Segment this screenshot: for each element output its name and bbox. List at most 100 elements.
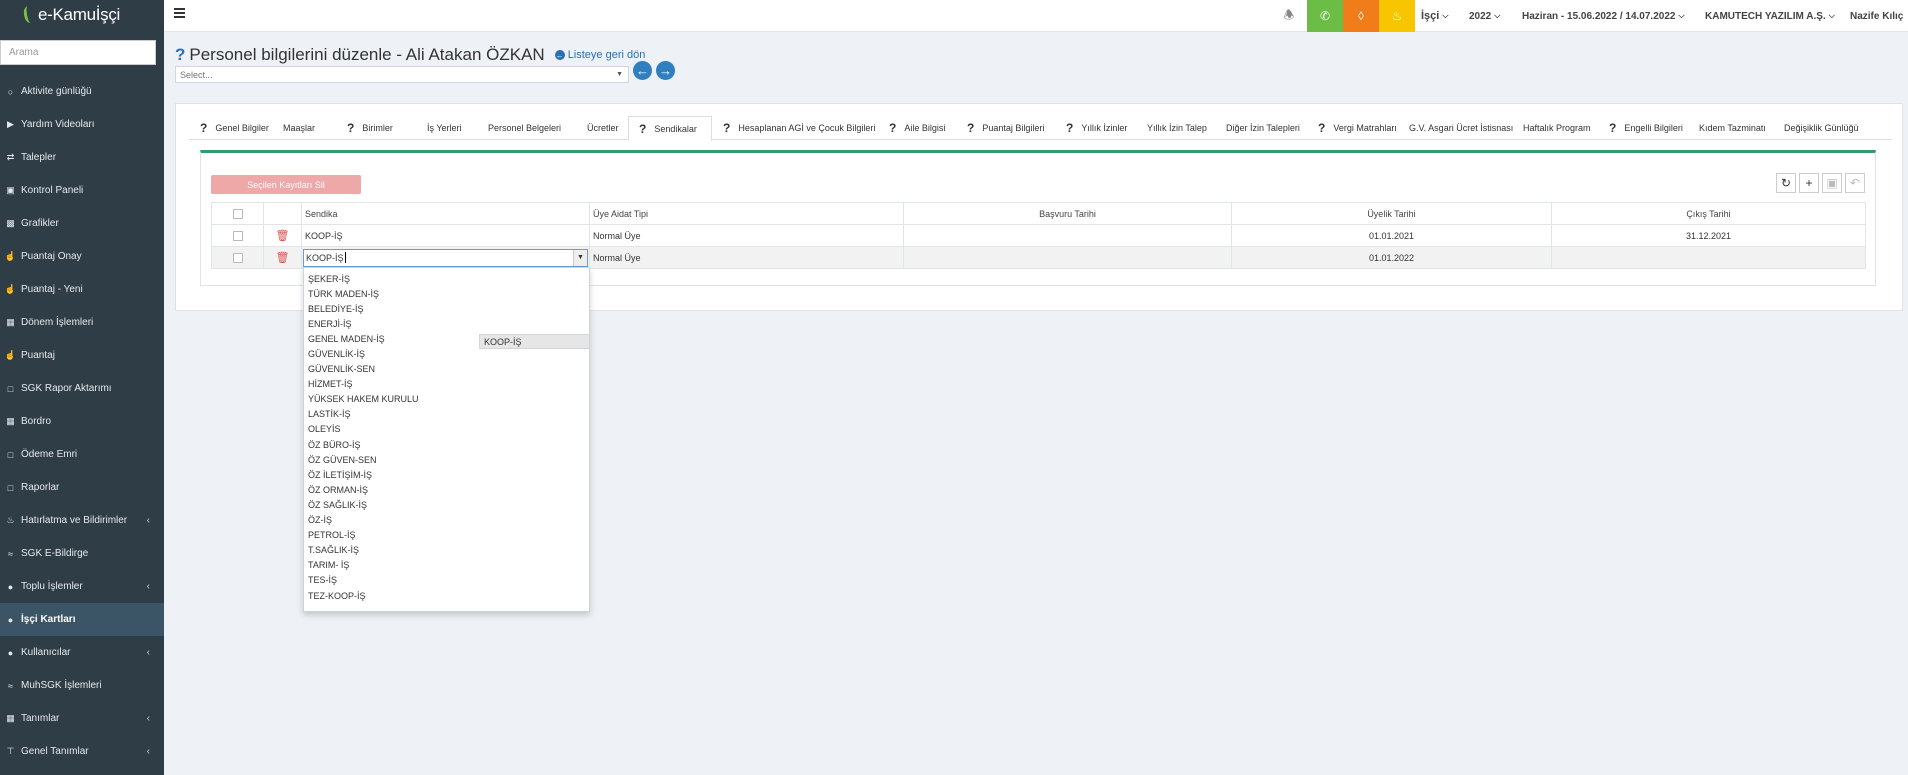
tab-12[interactable]: Diğer İzin Talepleri [1215,115,1307,140]
dropdown-option[interactable]: TARIM- İŞ [304,558,589,573]
year-dropdown[interactable]: 2022 ⌵ [1469,0,1500,32]
company-dropdown[interactable]: KAMUTECH YAZILIM A.Ş. ⌵ [1705,0,1835,32]
sidebar-item-20[interactable]: ⊤ Genel Tanımlar ‹ [0,735,164,768]
sidebar-item-15[interactable]: ● Toplu İşlemler ‹ [0,570,164,603]
sidebar-item-16[interactable]: ● İşçi Kartları [0,603,164,636]
dropdown-option[interactable]: ÖZ SAĞLIK-İŞ [304,497,589,512]
tab-0[interactable]: ? Genel Bilgiler [189,115,272,140]
column-header-aidat[interactable]: Üye Aidat Tipi [589,202,904,225]
table-row[interactable]: 🗑 KOOP-İŞ ▼ Normal Üye 01.01.2022 [211,246,1866,269]
sidebar-item-2[interactable]: ⇄ Talepler [0,141,164,174]
app-logo[interactable]: e-Kamuİşçi [0,0,164,30]
cell-uyelik[interactable]: 01.01.2022 [1231,246,1552,269]
sendika-combobox-input[interactable]: KOOP-İŞ ▼ [303,248,588,267]
help-icon[interactable]: ? [1066,121,1073,135]
user-type-dropdown[interactable]: İşçi ⌵ [1421,0,1448,32]
trash-icon[interactable]: 🗑 [276,230,290,242]
tab-17[interactable]: Kıdem Tazminatı [1688,115,1773,140]
help-icon[interactable]: ? [1318,121,1325,135]
column-header-cikis[interactable]: Çıkış Tarihi [1551,202,1866,225]
tab-14[interactable]: G.V. Asgari Ücret İstisnası [1398,115,1513,140]
sidebar-item-0[interactable]: ○ Aktivite günlüğü [0,75,164,108]
table-row[interactable]: 🗑 KOOP-İŞ Normal Üye 01.01.2021 31.12.20… [211,224,1866,247]
help-icon[interactable]: ? [889,121,896,135]
row-checkbox-cell[interactable] [211,246,264,269]
tab-1[interactable]: Maaşlar [272,115,336,140]
save-icon[interactable]: ▣ [1822,173,1842,193]
dropdown-option[interactable]: ÖZ ORMAN-İŞ [304,482,589,497]
sidebar-item-12[interactable]: □ Raporlar [0,471,164,504]
tab-10[interactable]: ? Yıllık İzinler [1055,115,1136,140]
next-employee-arrow-icon[interactable]: → [656,61,675,80]
back-to-list-link[interactable]: ← Listeye geri dön [554,49,645,61]
combobox-dropdown-arrow-icon[interactable]: ▼ [573,249,587,266]
dropdown-option[interactable]: HİZMET-İŞ [304,377,589,392]
dropdown-option[interactable]: ŞEKER-İŞ [304,271,589,286]
sidebar-item-7[interactable]: ▦ Dönem İşlemleri [0,306,164,339]
sidebar-item-13[interactable]: ♨ Hatırlatma ve Bildirimler ‹ [0,504,164,537]
dropdown-option[interactable]: ÖZ-İŞ [304,513,589,528]
period-dropdown[interactable]: Haziran - 15.06.2022 / 14.07.2022 ⌵ [1522,0,1685,32]
sidebar-item-3[interactable]: ▣ Kontrol Paneli [0,174,164,207]
alert-bell-icon[interactable]: ♨ [1379,0,1415,32]
dropdown-option[interactable]: GÜVENLİK-SEN [304,362,589,377]
dropdown-option[interactable]: ÖZ İLETİŞİM-İŞ [304,467,589,482]
tab-5[interactable]: Ücretler [576,115,628,140]
hamburger-menu-icon[interactable] [174,8,185,18]
notification-bell-icon[interactable]: 🕭 [1271,0,1307,32]
refresh-icon[interactable]: ↻ [1776,173,1796,193]
cell-cikis[interactable] [1551,246,1866,269]
sidebar-item-17[interactable]: ● Kullanıcılar ‹ [0,636,164,669]
dropdown-option[interactable]: TÜRK MADEN-İŞ [304,286,589,301]
dropdown-option[interactable]: PETROL-İŞ [304,528,589,543]
add-icon[interactable]: + [1799,173,1819,193]
tab-16[interactable]: ? Engelli Bilgileri [1598,115,1688,140]
dropdown-option[interactable]: OLEYİS [304,422,589,437]
dropdown-option[interactable]: TEZ-KOOP-İŞ [304,588,589,603]
tab-2[interactable]: ? Birimler [336,115,416,140]
sidebar-item-6[interactable]: ☝ Puantaj - Yeni [0,273,164,306]
row-delete-cell[interactable]: 🗑 [263,224,302,247]
tab-7[interactable]: ? Hesaplanan AGİ ve Çocuk Bilgileri [712,115,878,140]
help-icon[interactable]: ? [347,121,354,135]
dropdown-option[interactable]: ENERJİ-İŞ [304,316,589,331]
employee-select[interactable]: Select... ▼ [175,66,629,83]
cell-cikis[interactable]: 31.12.2021 [1551,224,1866,247]
help-icon[interactable]: ? [639,122,646,136]
help-icon[interactable]: ? [1609,121,1616,135]
cell-aidat[interactable]: Normal Üye [589,224,904,247]
tab-18[interactable]: Değişiklik Günlüğü [1773,115,1859,140]
help-icon[interactable]: ? [723,121,730,135]
column-header-basvuru[interactable]: Başvuru Tarihi [903,202,1232,225]
tab-6[interactable]: ? Sendikalar [628,116,712,141]
sidebar-item-14[interactable]: ≈ SGK E-Bildirge [0,537,164,570]
row-checkbox[interactable] [232,230,243,241]
prev-employee-arrow-icon[interactable]: ← [633,61,652,80]
tab-8[interactable]: ? Aile Bilgisi [878,115,956,140]
cell-basvuru[interactable] [903,246,1232,269]
select-all-checkbox[interactable] [232,208,243,219]
user-menu[interactable]: Nazife Kılıç [1850,0,1903,32]
cell-aidat[interactable]: Normal Üye [589,246,904,269]
help-icon[interactable]: ? [967,121,974,135]
help-icon[interactable]: ? [200,121,207,135]
dropdown-option[interactable]: T.SAĞLIK-İŞ [304,543,589,558]
dropdown-option[interactable]: TES-İŞ [304,573,589,588]
tag-icon[interactable]: ◊ [1343,0,1379,32]
dropdown-option[interactable]: KOOP-İŞ [479,334,589,350]
sidebar-item-18[interactable]: ≈ MuhSGK İşlemleri [0,669,164,702]
tab-11[interactable]: Yıllık İzin Talep [1136,115,1215,140]
row-delete-cell[interactable]: 🗑 [263,246,302,269]
sidebar-item-4[interactable]: ▩ Grafikler [0,207,164,240]
sidebar-item-11[interactable]: □ Ödeme Emri [0,438,164,471]
sidebar-item-19[interactable]: ▦ Tanımlar ‹ [0,702,164,735]
sidebar-search-input[interactable]: Arama [0,40,156,65]
tab-15[interactable]: Haftalık Program [1512,115,1598,140]
cell-sendika-editing[interactable]: KOOP-İŞ ▼ [301,246,590,269]
cell-uyelik[interactable]: 01.01.2021 [1231,224,1552,247]
phone-icon[interactable]: ✆ [1307,0,1343,32]
dropdown-option[interactable]: ÖZ GÜVEN-SEN [304,452,589,467]
cell-basvuru[interactable] [903,224,1232,247]
dropdown-option[interactable]: LASTİK-İŞ [304,407,589,422]
select-all-checkbox-cell[interactable] [211,202,264,225]
